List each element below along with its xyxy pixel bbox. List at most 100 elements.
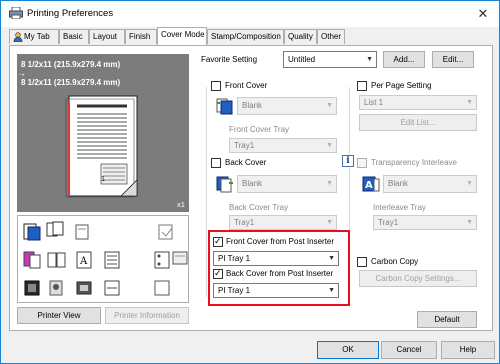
front-cover-pi-tray-value: PI Tray 1: [218, 254, 251, 263]
group-separator: [206, 87, 207, 297]
tab-label: Cover Mode: [161, 30, 205, 39]
per-page-setting-checkbox[interactable]: [357, 81, 367, 91]
button-label: Add...: [393, 55, 415, 64]
tab-quality[interactable]: Quality: [284, 29, 317, 44]
close-icon[interactable]: ✕: [471, 5, 495, 23]
transparency-type-value: Blank: [388, 179, 409, 188]
color-pages-icon: [23, 251, 41, 269]
svg-text:A: A: [79, 256, 88, 267]
per-page-list-value: List 1: [364, 98, 384, 107]
front-cover-type-select[interactable]: Blank ▼: [237, 97, 337, 115]
interleave-tray-select[interactable]: Tray1 ▼: [373, 215, 477, 230]
chevron-down-icon: ▼: [326, 219, 333, 226]
back-cover-type-select[interactable]: Blank ▼: [237, 175, 337, 193]
collate-icon: [46, 221, 64, 237]
tab-my-tab[interactable]: My Tab: [9, 29, 59, 44]
tab-finish[interactable]: Finish: [125, 29, 157, 44]
chevron-down-icon: ▼: [466, 99, 473, 106]
button-label: Carbon Copy Settings...: [375, 274, 461, 283]
tab-label: Basic: [63, 32, 83, 41]
tab-label: Stamp/Composition: [211, 32, 281, 41]
chevron-down-icon: ▼: [328, 287, 335, 294]
tab-label: Quality: [288, 32, 313, 41]
back-cover-type-value: Blank: [242, 179, 263, 188]
printer-view-button[interactable]: Printer View: [17, 307, 101, 324]
paper-size-output: 8 1/2x11 (215.9x279.4 mm): [21, 78, 121, 87]
carbon-copy-settings-button[interactable]: Carbon Copy Settings...: [359, 270, 477, 287]
booklet-icon: [47, 252, 66, 268]
help-button[interactable]: Help: [441, 341, 495, 359]
function-icons-panel: A: [17, 215, 189, 303]
tab-other[interactable]: Other: [317, 29, 345, 44]
back-cover-label: Back Cover: [225, 158, 267, 167]
button-label: Edit...: [442, 55, 464, 64]
add-favorite-button[interactable]: Add...: [383, 51, 425, 68]
per-page-list-select[interactable]: List 1 ▼: [359, 95, 477, 110]
chevron-down-icon: ▼: [326, 102, 333, 109]
staple-icon: [158, 224, 173, 240]
quality-icon: [104, 280, 120, 296]
stamp-icon: [49, 280, 63, 296]
edit-list-button[interactable]: Edit List...: [359, 114, 477, 131]
front-cover-icon: [216, 98, 233, 115]
back-cover-checkbox[interactable]: [211, 158, 221, 168]
transparency-interleave-checkbox[interactable]: [357, 158, 367, 168]
ok-button[interactable]: OK: [317, 341, 379, 359]
back-cover-tray-select[interactable]: Tray1 ▼: [229, 215, 337, 230]
transparency-interleave-label: Transparency Interleave: [371, 158, 457, 167]
favorite-setting-select[interactable]: Untitled ▼: [283, 51, 377, 68]
per-page-setting-label: Per Page Setting: [371, 81, 432, 90]
tray-output-icon: [172, 251, 188, 265]
copy-icon: [24, 280, 40, 296]
print-preview: 8 1/2x11 (215.9x279.4 mm) → 8 1/2x11 (21…: [17, 54, 189, 212]
button-label: Printer Information: [114, 311, 180, 320]
printer-information-button[interactable]: Printer Information: [105, 307, 189, 324]
front-cover-post-inserter-checkbox[interactable]: [213, 236, 223, 247]
printer-icon: [9, 7, 23, 19]
tab-layout[interactable]: Layout: [89, 29, 125, 44]
document-icon: [154, 280, 170, 296]
chevron-down-icon: ▼: [466, 219, 473, 226]
person-icon: [13, 32, 23, 42]
chevron-down-icon: ▼: [328, 255, 335, 262]
front-cover-tray-value: Tray1: [234, 141, 255, 150]
carbon-copy-checkbox[interactable]: [357, 257, 367, 267]
chevron-down-icon: ▼: [326, 142, 333, 149]
arrow-icon: →: [18, 69, 26, 78]
button-label: Default: [434, 315, 460, 324]
paper-size-original: 8 1/2x11 (215.9x279.4 mm): [21, 60, 121, 69]
cover-mode-icon: [23, 223, 41, 241]
printing-preferences-window: Printing Preferences ✕ My Tab Basic Layo…: [0, 0, 500, 364]
front-cover-tray-select[interactable]: Tray1 ▼: [229, 138, 337, 153]
chevron-down-icon: ▼: [326, 180, 333, 187]
back-cover-post-inserter-tray-select[interactable]: PI Tray 1 ▼: [213, 283, 339, 298]
text-page-icon: A: [76, 251, 92, 269]
tab-label: My Tab: [24, 32, 50, 41]
front-cover-checkbox[interactable]: [211, 81, 221, 91]
tab-stamp-composition[interactable]: Stamp/Composition: [207, 29, 284, 44]
tab-label: Other: [321, 32, 342, 41]
shift-icon: [76, 281, 92, 295]
cancel-button[interactable]: Cancel: [381, 341, 437, 359]
info-icon[interactable]: i: [342, 155, 354, 167]
front-cover-post-inserter-tray-select[interactable]: PI Tray 1 ▼: [213, 251, 339, 266]
back-cover-post-inserter-checkbox[interactable]: [213, 268, 223, 279]
page-number: 1: [101, 176, 105, 183]
tab-cover-mode[interactable]: Cover Mode: [157, 27, 207, 45]
front-cover-tray-label: Front Cover Tray: [229, 125, 290, 134]
button-label: OK: [342, 345, 354, 354]
svg-text:A: A: [365, 180, 373, 191]
chevron-down-icon: ▼: [466, 180, 473, 187]
transparency-type-select[interactable]: Blank ▼: [383, 175, 477, 193]
title-bar: Printing Preferences ✕: [1, 1, 499, 27]
back-cover-tray-label: Back Cover Tray: [229, 203, 289, 212]
back-cover-pi-tray-value: PI Tray 1: [218, 286, 251, 295]
window-title: Printing Preferences: [27, 8, 114, 19]
edit-favorite-button[interactable]: Edit...: [432, 51, 474, 68]
button-label: Edit List...: [400, 118, 436, 127]
page-preview-illustration: [65, 95, 138, 198]
layout-pages-icon: [104, 251, 120, 269]
tab-basic[interactable]: Basic: [59, 29, 89, 44]
default-button[interactable]: Default: [417, 311, 477, 328]
carbon-copy-label: Carbon Copy: [371, 257, 419, 266]
